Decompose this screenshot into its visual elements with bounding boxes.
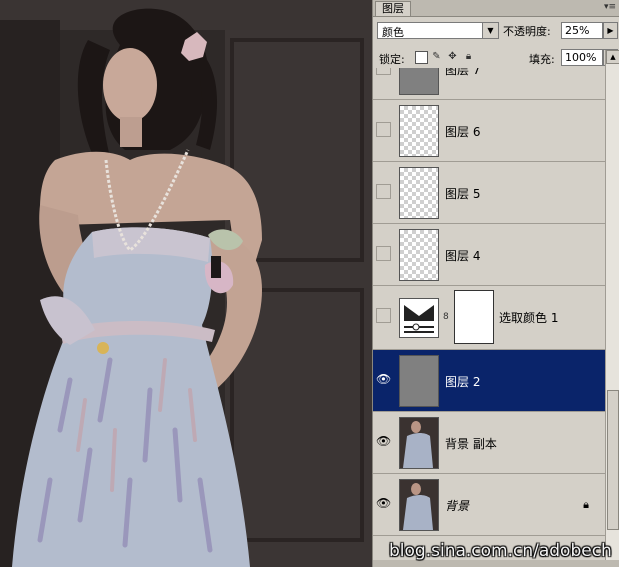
fill-input[interactable]: 100% [561,49,603,66]
visibility-toggle[interactable] [376,184,391,199]
visibility-toggle[interactable] [376,68,391,75]
photo-image [0,0,372,567]
layer-name: 背景 副本 [445,437,497,451]
lock-pixels-brush-icon[interactable]: ✎ [431,51,442,62]
layer-row[interactable]: 图层 5 [373,162,605,224]
scroll-up-icon[interactable]: ▲ [606,50,619,64]
blend-mode-select[interactable]: 颜色 ▼ [377,22,499,39]
layer-thumbnail [399,479,439,531]
layer-name: 图层 2 [445,375,481,389]
visibility-toggle[interactable] [376,308,391,323]
layer-thumbnail [399,417,439,469]
visibility-toggle[interactable] [376,122,391,137]
lock-position-move-icon[interactable]: ✥ [447,51,458,62]
layer-name: 图层 6 [445,125,481,139]
visibility-toggle[interactable] [376,246,391,261]
layer-name: 图层 7 [445,68,481,77]
layer-row-selected[interactable]: 👁︎ 图层 2 [373,350,605,412]
lock-transparency-icon[interactable] [415,51,428,64]
eye-icon[interactable]: 👁︎ [376,496,391,511]
panel-menu-icon[interactable]: ▾≡ [604,2,616,13]
blend-opacity-row: 颜色 ▼ 不透明度: 25% ▶ [373,18,619,46]
eye-icon[interactable]: 👁︎ [376,434,391,449]
layer-thumbnail [399,105,439,157]
layer-name: 背景 [445,499,470,513]
mask-link-chain-icon[interactable]: 8 [443,312,449,322]
tab-layers[interactable]: 图层 [375,1,411,16]
document-canvas[interactable] [0,0,372,567]
layer-row[interactable]: 图层 6 [373,100,605,162]
eye-icon[interactable]: 👁︎ [376,372,391,387]
scrollbar-thumb[interactable] [607,390,619,530]
layers-panel: 图层 ▾≡ 颜色 ▼ 不透明度: 25% ▶ 锁定: ✎ ✥ 🔒︎ 填充: 10… [372,0,619,567]
layer-row[interactable]: 👁︎ 背景 🔒︎ [373,474,605,536]
blend-mode-value: 颜色 [382,26,404,39]
layer-name: 图层 4 [445,249,481,263]
lock-all-icon[interactable]: 🔒︎ [463,51,474,62]
opacity-input[interactable]: 25% [561,22,603,39]
fill-value: 100% [565,51,597,64]
layer-thumbnail [399,167,439,219]
layer-row[interactable]: 图层 4 [373,224,605,286]
watermark-text: blog.sina.com.cn/adobech [389,541,612,561]
layer-row[interactable]: 图层 7 [373,68,605,100]
layer-list: 图层 7 图层 6 图层 5 图层 4 8 选取颜色 1 👁︎ 图层 2 👁︎ … [373,68,605,562]
layer-thumbnail [399,355,439,407]
fill-label: 填充: [529,53,555,66]
layers-scrollbar[interactable]: ▲ [605,50,619,560]
panel-bottom-toolbar [373,560,619,567]
panel-tab-bar: 图层 ▾≡ [373,0,619,17]
layer-name: 图层 5 [445,187,481,201]
opacity-slider-button[interactable]: ▶ [603,22,618,39]
layer-name: 选取颜色 1 [499,311,559,325]
opacity-value: 25% [565,24,590,37]
lock-icon: 🔒︎ [583,498,589,511]
layer-thumbnail [399,229,439,281]
lock-fill-row: 锁定: ✎ ✥ 🔒︎ 填充: 100% ▶ [373,46,619,69]
opacity-label: 不透明度: [503,25,551,38]
layer-mask-thumbnail[interactable] [454,290,494,344]
lock-label: 锁定: [379,53,405,66]
layer-row[interactable]: 👁︎ 背景 副本 [373,412,605,474]
chevron-down-icon[interactable]: ▼ [482,23,498,38]
layer-row[interactable]: 8 选取颜色 1 [373,286,605,350]
selective-color-adjustment-icon[interactable] [399,298,439,338]
layer-thumbnail [399,68,439,95]
